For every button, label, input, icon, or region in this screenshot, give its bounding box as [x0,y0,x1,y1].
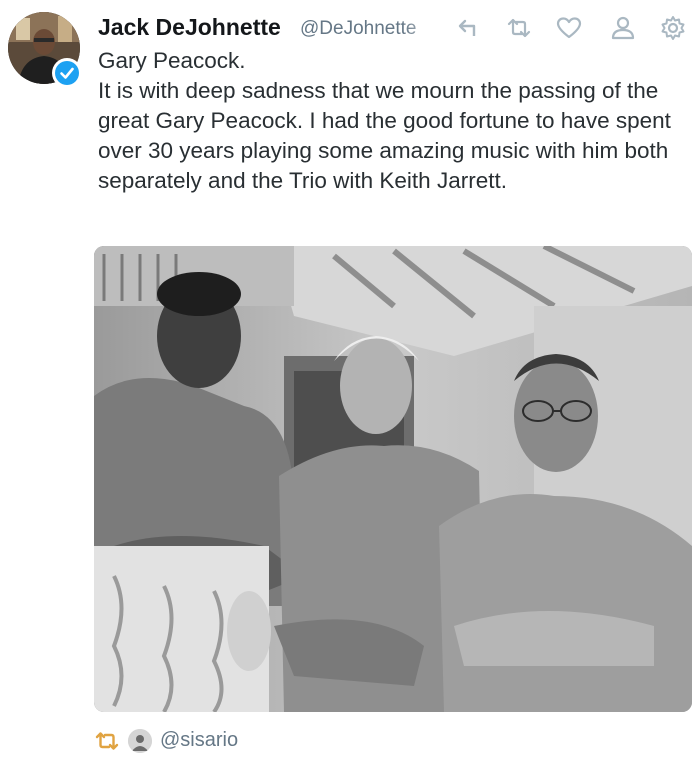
retweeter-avatar[interactable] [128,729,152,753]
like-icon[interactable] [555,14,583,42]
retweeter-handle[interactable]: @sisario [160,729,238,752]
author-name[interactable]: Jack DeJohnette [98,14,281,41]
tweet: Jack DeJohnette @DeJohnette Gary Peacock… [0,0,700,773]
settings-icon[interactable] [659,14,687,42]
tweet-text: Gary Peacock. It is with deep sadness th… [98,48,671,193]
retweet-indicator-icon [94,730,120,757]
tweet-photo[interactable] [94,246,692,712]
follow-icon[interactable] [609,14,637,42]
reply-icon[interactable] [453,14,481,42]
verified-badge-icon [52,58,82,88]
retweet-icon[interactable] [505,14,533,42]
tweet-footer: @sisario [94,728,394,756]
handle-fade [403,14,448,42]
tweet-header: Jack DeJohnette @DeJohnette [98,14,693,44]
